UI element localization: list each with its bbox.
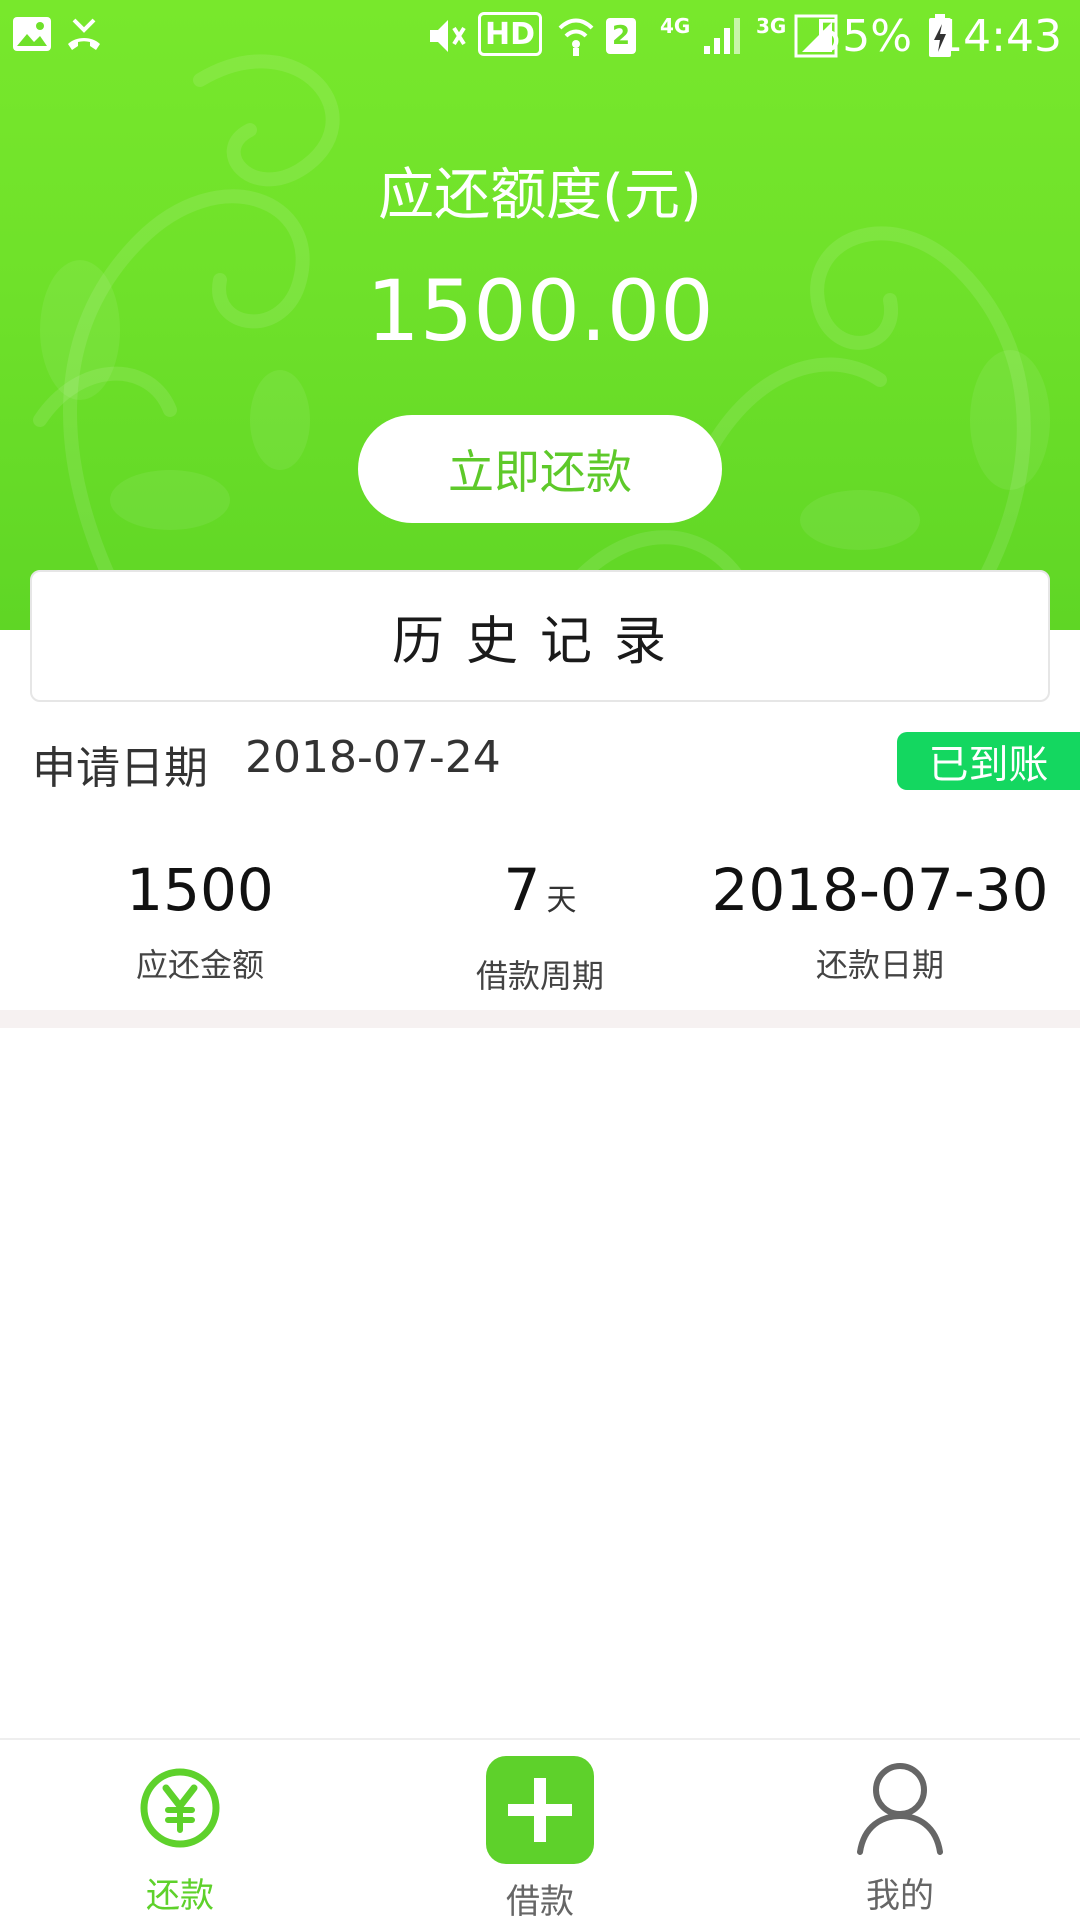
- user-icon: [857, 1763, 943, 1855]
- sim-2-badge: 2: [606, 18, 636, 54]
- nav-label-repay: 还款: [146, 1876, 214, 1916]
- balance-amount: 1500.00: [366, 262, 714, 360]
- network-3g-label: 3G: [756, 14, 787, 38]
- battery-percentage: 55%: [814, 10, 912, 62]
- stat-value: 1500: [20, 850, 380, 930]
- balance-header: HD 2 4G 3G 55% 14:43 应还额度(元) 1500.00 立即还…: [0, 0, 1080, 630]
- repay-date-label: 还款日期: [815, 946, 944, 984]
- history-records-tab[interactable]: 历史记录: [30, 570, 1050, 702]
- loan-period-unit: 天: [546, 883, 577, 918]
- nav-item-repay[interactable]: 还款: [80, 1740, 280, 1922]
- repay-date-stat: 2018-07-30 还款日期: [700, 850, 1060, 986]
- nav-label-borrow: 借款: [506, 1882, 574, 1922]
- nav-item-borrow[interactable]: 借款: [440, 1740, 640, 1922]
- repay-amount-label: 应还金额: [135, 946, 264, 984]
- bottom-navigation: 还款 借款 我的: [0, 1738, 1080, 1922]
- nav-label-mine: 我的: [866, 1876, 934, 1916]
- section-divider: [0, 1010, 1080, 1028]
- status-bar: HD 2 4G 3G 55% 14:43: [0, 0, 1080, 72]
- nav-item-mine[interactable]: 我的: [800, 1740, 1000, 1922]
- status-badge: 已到账: [897, 732, 1080, 790]
- apply-date-value: 2018-07-24: [245, 732, 501, 783]
- yuan-icon: [140, 1768, 220, 1848]
- plus-icon: [486, 1756, 594, 1864]
- balance-title: 应还额度(元): [378, 163, 702, 228]
- wifi-icon: [558, 18, 594, 56]
- network-4g-label: 4G: [660, 14, 691, 38]
- repay-date-value: 2018-07-30: [711, 856, 1049, 924]
- gallery-notification-icon: [13, 17, 51, 51]
- signal-4g-icon: [704, 18, 740, 54]
- missed-call-icon: [68, 18, 100, 50]
- loan-period-label: 借款周期: [475, 957, 604, 995]
- repay-now-button[interactable]: 立即还款: [358, 415, 722, 523]
- loan-period-stat: 7天 借款周期: [360, 850, 720, 997]
- clock-time: 14:43: [935, 10, 1062, 62]
- mute-icon: [430, 20, 466, 52]
- repay-amount-value: 1500: [126, 856, 274, 924]
- loan-period-value: 7: [503, 856, 541, 924]
- repay-amount-stat: 1500 应还金额: [20, 850, 380, 986]
- apply-date-label: 申请日期: [32, 743, 208, 794]
- hd-voice-badge: HD: [478, 12, 542, 56]
